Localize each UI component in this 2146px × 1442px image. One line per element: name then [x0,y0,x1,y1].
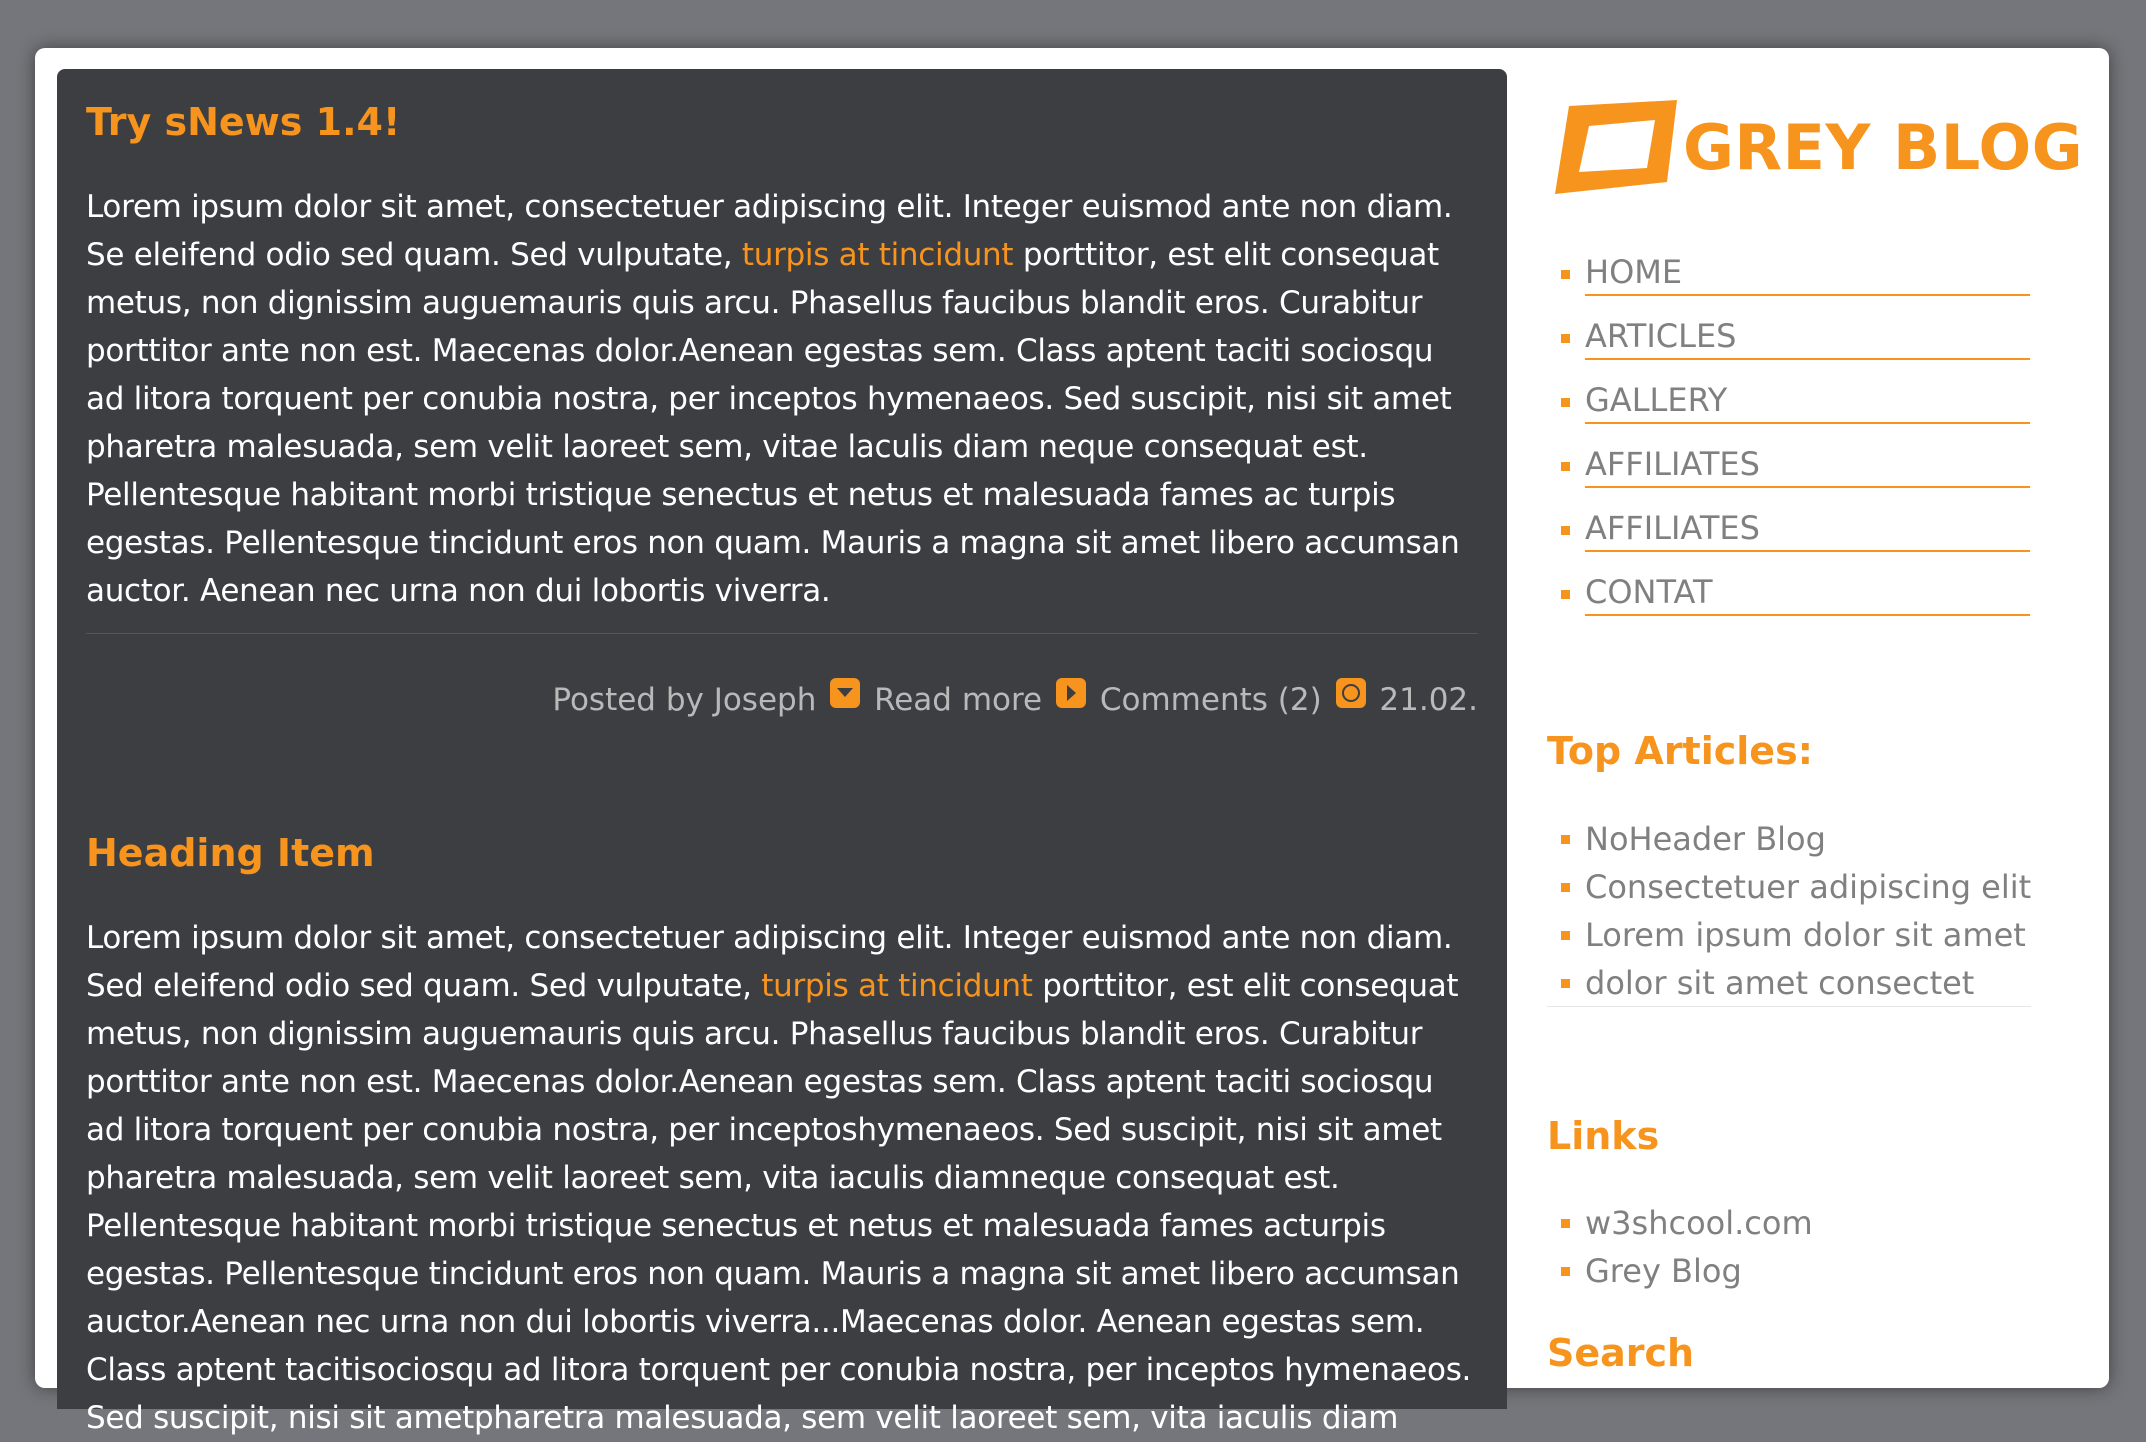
post-body: Lorem ipsum dolor sit amet, consectetuer… [86,183,1478,615]
post-body-link[interactable]: turpis at tincidunt [742,237,1014,273]
bullet-icon [1561,1219,1570,1228]
links-heading: Links [1547,1114,1660,1158]
bullet-icon [1561,526,1570,535]
bullet-icon [1561,979,1570,988]
post-2: Heading Item Lorem ipsum dolor sit amet,… [86,830,1478,1442]
post-body-link[interactable]: turpis at tincidunt [761,968,1033,1004]
search-heading: Search [1547,1331,1695,1375]
list-item-label[interactable]: NoHeader Blog [1585,820,1826,858]
bullet-icon [1561,334,1570,343]
posted-by: Posted by Joseph [552,682,817,718]
nav-item-affiliates[interactable]: AFFILIATES [1547,504,2067,568]
list-item[interactable]: Lorem ipsum dolor sit amet [1547,911,2067,959]
read-more-link[interactable]: Read more [874,682,1042,718]
list-item[interactable]: Grey Blog [1547,1247,2067,1295]
bullet-icon [1561,835,1570,844]
top-articles-list: NoHeader Blog Consectetuer adipiscing el… [1547,815,2067,1007]
top-articles-heading: Top Articles: [1547,729,1813,773]
bullet-icon [1561,398,1570,407]
post-meta: Posted by Joseph Read more Comments (2) … [86,678,1478,720]
list-item[interactable]: NoHeader Blog [1547,815,2067,863]
nav-item-affiliates[interactable]: AFFILIATES [1547,440,2067,504]
site-logo[interactable]: GREY BLOG [1555,98,2083,198]
nav-link[interactable]: CONTAT [1585,568,2030,616]
bullet-icon [1561,590,1570,599]
post-divider [86,633,1478,634]
list-item[interactable]: Consectetuer adipiscing elit [1547,863,2067,911]
nav-link[interactable]: GALLERY [1585,376,2030,424]
links-list: w3shcool.com Grey Blog [1547,1199,2067,1295]
list-item-label[interactable]: Consectetuer adipiscing elit [1585,868,2031,906]
list-item-label[interactable]: Lorem ipsum dolor sit amet [1585,916,2026,954]
sidebar-divider [1547,1006,2031,1007]
bullet-icon [1561,462,1570,471]
nav-item-contact[interactable]: CONTAT [1547,568,2067,632]
list-item[interactable]: dolor sit amet consectet [1547,959,2067,1007]
main-nav: HOME ARTICLES GALLERY AFFILIATES AFFILIA… [1547,248,2067,632]
clock-icon [1335,678,1366,708]
play-icon [1056,678,1086,708]
post-date: 21.02. [1379,682,1478,718]
comments-link[interactable]: Comments (2) [1100,682,1322,718]
logo-icon [1555,100,1677,194]
list-item-label[interactable]: Grey Blog [1585,1252,1742,1290]
post-body-text: porttitor, est elit consequat metus, non… [86,237,1460,609]
nav-link[interactable]: ARTICLES [1585,312,2030,360]
list-item-label[interactable]: w3shcool.com [1585,1204,1813,1242]
nav-link[interactable]: HOME [1585,248,2030,296]
list-item-label[interactable]: dolor sit amet consectet [1585,964,1974,1002]
bullet-icon [1561,270,1570,279]
nav-item-articles[interactable]: ARTICLES [1547,312,2067,376]
list-item[interactable]: w3shcool.com [1547,1199,2067,1247]
bullet-icon [1561,1267,1570,1276]
post-title[interactable]: Try sNews 1.4! [86,69,1478,145]
bullet-icon [1561,883,1570,892]
post-title[interactable]: Heading Item [86,830,1478,876]
main-content: Try sNews 1.4! Lorem ipsum dolor sit ame… [57,69,1507,1436]
nav-item-gallery[interactable]: GALLERY [1547,376,2067,440]
bullet-icon [1561,931,1570,940]
page-container: Try sNews 1.4! Lorem ipsum dolor sit ame… [35,48,2109,1436]
post-1: Try sNews 1.4! Lorem ipsum dolor sit ame… [86,69,1478,720]
nav-link[interactable]: AFFILIATES [1585,504,2030,552]
post-body: Lorem ipsum dolor sit amet, consectetuer… [86,914,1478,1442]
chevron-down-icon [830,678,861,708]
nav-link[interactable]: AFFILIATES [1585,440,2030,488]
nav-item-home[interactable]: HOME [1547,248,2067,312]
logo-text: GREY BLOG [1683,111,2084,184]
